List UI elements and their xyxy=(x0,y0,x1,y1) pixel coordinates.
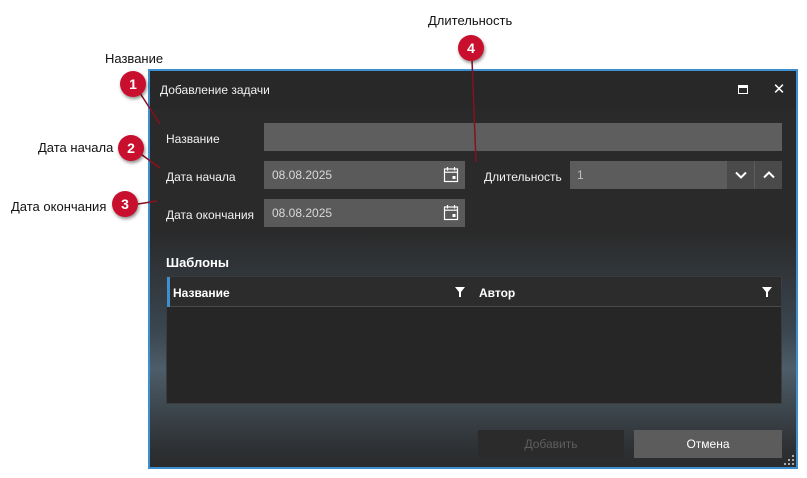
leader-line-4 xyxy=(471,59,477,163)
callout-marker-3: 3 xyxy=(112,191,138,217)
callout-marker-4: 4 xyxy=(458,35,484,61)
leader-line-3 xyxy=(137,200,158,205)
callout-leader-lines xyxy=(137,59,477,205)
leader-line-1 xyxy=(137,89,161,125)
callout-marker-1: 1 xyxy=(120,71,146,97)
callout-marker-2: 2 xyxy=(118,135,144,161)
